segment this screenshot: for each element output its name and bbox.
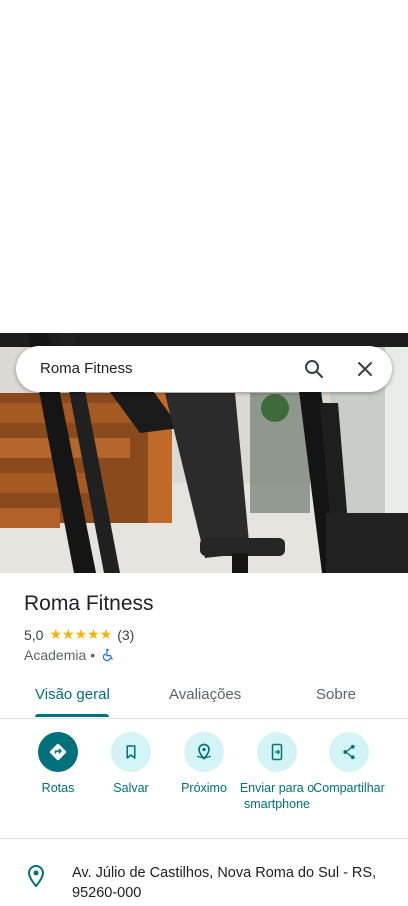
category-row: Academia • — [24, 647, 115, 663]
bookmark-icon — [111, 732, 151, 772]
share-button[interactable]: Compartilhar — [309, 732, 389, 796]
place-address[interactable]: Av. Júlio de Castilhos, Nova Roma do Sul… — [72, 863, 382, 903]
share-icon — [329, 732, 369, 772]
action-buttons: Rotas Salvar Próximo Enviar para o smart… — [0, 732, 408, 832]
share-label: Compartilhar — [313, 781, 385, 795]
wheelchair-icon — [101, 648, 115, 662]
tab-about[interactable]: Sobre — [316, 686, 356, 703]
star-rating: ★★★★★ — [49, 626, 113, 642]
location-pin-icon — [26, 864, 46, 888]
send-to-phone-label: Enviar para o smartphone — [239, 781, 315, 811]
search-input[interactable]: Roma Fitness — [40, 346, 133, 392]
send-to-phone-icon — [257, 732, 297, 772]
tab-reviews[interactable]: Avaliações — [169, 686, 241, 703]
send-to-phone-button[interactable]: Enviar para o smartphone — [237, 732, 317, 812]
map-blank-area — [0, 0, 408, 333]
separator-dot: • — [90, 647, 96, 663]
rating-row[interactable]: 5,0 ★★★★★ (3) — [24, 626, 134, 643]
review-count: (3) — [117, 626, 135, 643]
place-tabs: Visão geral Avaliações Sobre — [0, 672, 408, 719]
search-icon[interactable] — [302, 357, 326, 381]
nearby-label: Próximo — [181, 781, 227, 795]
place-category: Academia — [24, 647, 87, 663]
close-icon[interactable] — [353, 357, 377, 381]
place-title: Roma Fitness — [24, 592, 154, 615]
active-tab-indicator — [35, 714, 109, 717]
save-label: Salvar — [113, 781, 149, 795]
directions-label: Rotas — [41, 781, 75, 795]
rating-value: 5,0 — [24, 626, 44, 643]
search-bar[interactable]: Roma Fitness — [16, 346, 392, 392]
directions-icon — [38, 732, 78, 772]
tab-overview[interactable]: Visão geral — [35, 686, 110, 703]
nearby-icon — [184, 732, 224, 772]
save-button[interactable]: Salvar — [91, 732, 171, 796]
section-divider — [0, 838, 408, 839]
directions-button[interactable]: Rotas — [18, 732, 98, 796]
nearby-button[interactable]: Próximo — [164, 732, 244, 796]
